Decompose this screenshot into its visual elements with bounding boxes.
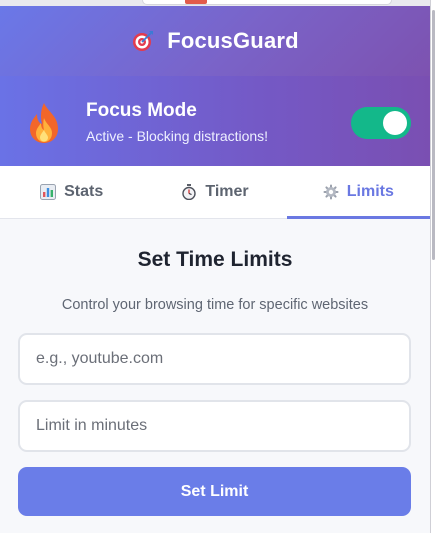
tab-timer-label: Timer — [205, 183, 249, 200]
tab-bar: Stats Timer Limits — [0, 166, 431, 219]
focusguard-popup: FocusGuard Focus Mode Active - Blocking … — [0, 6, 431, 533]
browser-tab-edge — [142, 0, 392, 5]
toggle-knob — [383, 111, 407, 135]
focus-mode-toggle[interactable] — [351, 107, 411, 139]
app-header: FocusGuard — [0, 6, 430, 76]
app-title: FocusGuard — [167, 28, 299, 53]
limits-description: Control your browsing time for specific … — [61, 297, 369, 313]
scrollbar-thumb[interactable] — [432, 10, 435, 260]
focus-mode-title: Focus Mode — [86, 100, 197, 121]
minutes-input[interactable] — [18, 400, 411, 452]
stopwatch-icon — [182, 184, 197, 200]
limits-title: Set Time Limits — [137, 248, 293, 271]
tab-timer[interactable]: Timer — [143, 166, 286, 218]
limits-panel: Set Time Limits Control your browsing ti… — [0, 220, 430, 533]
extension-window: FocusGuard Focus Mode Active - Blocking … — [0, 0, 436, 533]
bar-chart-icon — [40, 184, 57, 200]
focus-mode-card: Focus Mode Active - Blocking distraction… — [0, 76, 430, 166]
focus-mode-status: Active - Blocking distractions! — [86, 128, 269, 144]
gear-icon — [323, 184, 339, 200]
tab-limits[interactable]: Limits — [286, 166, 431, 219]
tab-stats-label: Stats — [64, 183, 104, 200]
focus-mode-text: Focus Mode Active - Blocking distraction… — [86, 100, 268, 144]
set-limit-button[interactable]: Set Limit — [18, 467, 411, 516]
fire-icon — [30, 103, 58, 143]
website-input[interactable] — [18, 333, 411, 385]
tab-stats[interactable]: Stats — [0, 166, 143, 218]
browser-tab-indicator — [185, 0, 207, 4]
target-dart-icon — [133, 31, 154, 51]
tab-limits-label: Limits — [346, 183, 394, 200]
